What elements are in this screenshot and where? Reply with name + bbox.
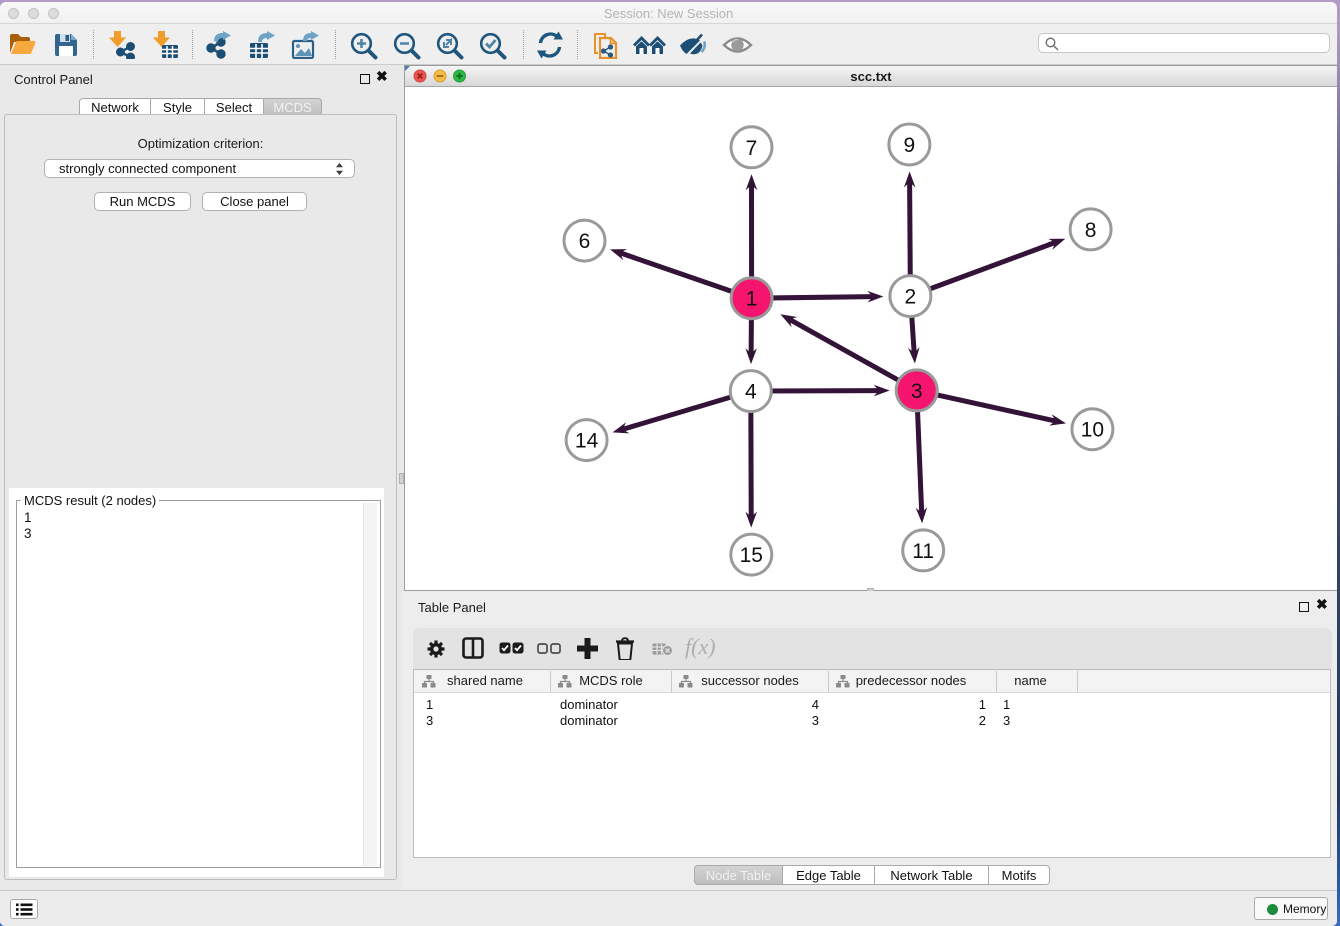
svg-text:10: 10 bbox=[1081, 419, 1104, 442]
svg-text:11: 11 bbox=[912, 540, 934, 563]
svg-text:15: 15 bbox=[740, 544, 763, 567]
svg-text:3: 3 bbox=[911, 380, 923, 403]
svg-text:8: 8 bbox=[1085, 219, 1097, 242]
svg-text:1: 1 bbox=[746, 288, 758, 311]
svg-text:2: 2 bbox=[905, 286, 917, 309]
svg-text:9: 9 bbox=[904, 134, 916, 157]
svg-text:4: 4 bbox=[745, 381, 757, 404]
svg-text:14: 14 bbox=[575, 430, 599, 453]
svg-text:7: 7 bbox=[746, 137, 758, 160]
svg-text:6: 6 bbox=[579, 230, 591, 253]
